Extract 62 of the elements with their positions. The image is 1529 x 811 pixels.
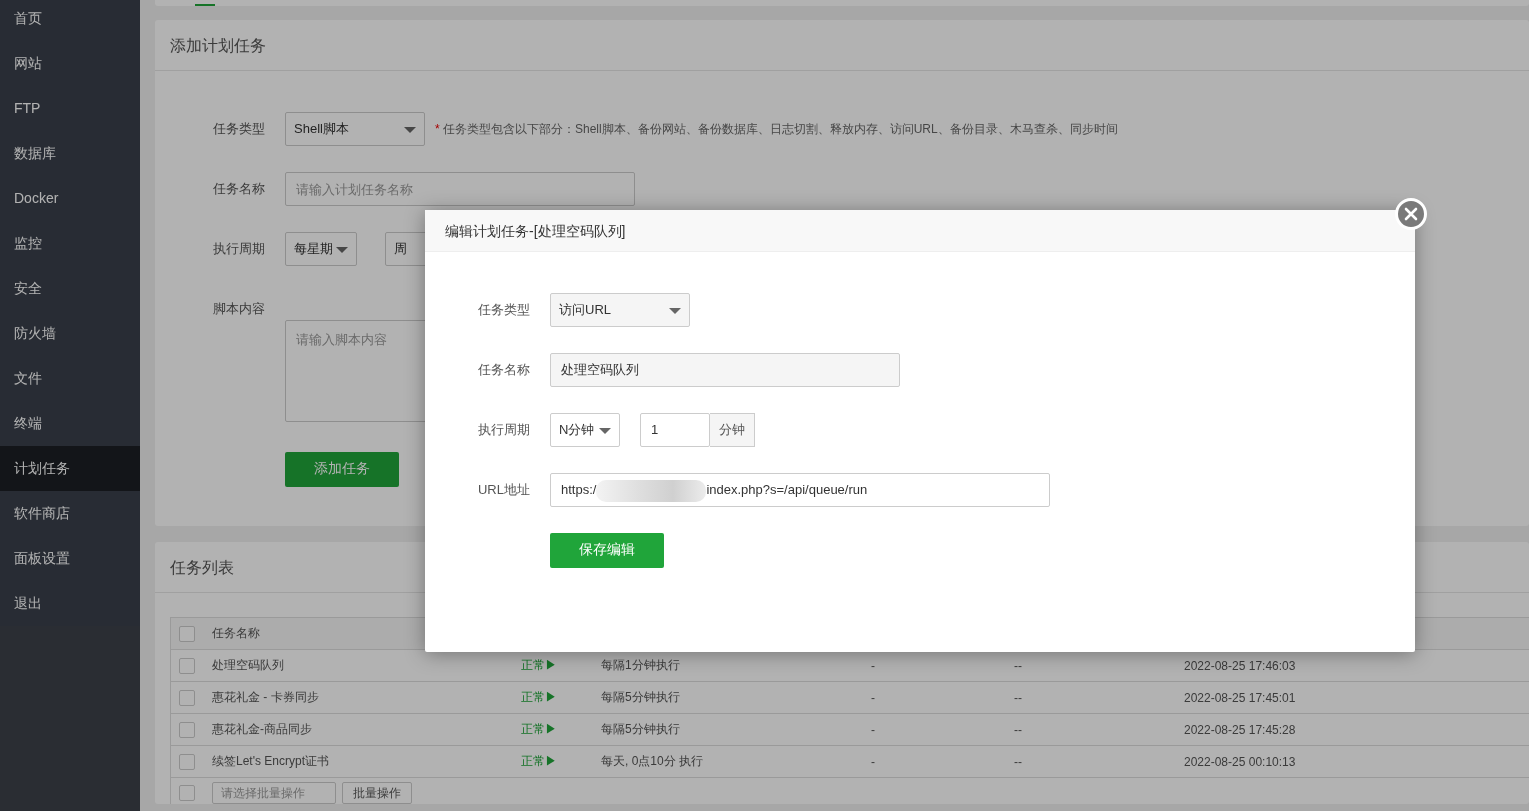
table-cell-text: 续签Let's Encrypt证书 bbox=[212, 753, 330, 770]
table-cell-text: - bbox=[871, 722, 876, 737]
period-select[interactable]: 每星期 bbox=[285, 232, 357, 266]
sidebar-item[interactable]: 退出 bbox=[0, 581, 140, 626]
sidebar-item[interactable]: FTP bbox=[0, 86, 140, 131]
table-cell-text: 惠花礼金 - 卡券同步 bbox=[212, 689, 320, 706]
table-cell-text: 每天, 0点10分 执行 bbox=[601, 753, 705, 770]
sidebar-item[interactable]: 安全 bbox=[0, 266, 140, 311]
sidebar-item[interactable]: 面板设置 bbox=[0, 536, 140, 581]
table-cell-text: -- bbox=[1014, 754, 1023, 769]
field-label: 任务类型 bbox=[212, 120, 265, 138]
task-name-field[interactable]: 处理空码队列 bbox=[550, 353, 900, 387]
field-label: 任务名称 bbox=[212, 180, 265, 198]
checkbox[interactable] bbox=[179, 753, 195, 770]
table-cell-text: 处理空码队列 bbox=[212, 657, 285, 674]
sidebar-item[interactable]: 监控 bbox=[0, 221, 140, 266]
column-header: 任务名称 bbox=[212, 625, 261, 642]
sidebar-item[interactable]: 文件 bbox=[0, 356, 140, 401]
checkbox[interactable] bbox=[179, 657, 195, 674]
url-field[interactable]: https:/ index.php?s=/api/queue/run bbox=[550, 473, 1050, 507]
table-cell: 2022-08-25 17:45:01 bbox=[1184, 690, 1296, 705]
sidebar-item[interactable]: 终端 bbox=[0, 401, 140, 446]
table-cell-text: - bbox=[871, 658, 876, 673]
checkbox[interactable] bbox=[179, 721, 195, 738]
table-cell: 2022-08-25 17:46:03 bbox=[1184, 658, 1296, 673]
checkbox[interactable] bbox=[179, 689, 195, 706]
task-name-field[interactable]: 请输入计划任务名称 bbox=[285, 172, 635, 206]
field-label: 执行周期 bbox=[212, 240, 265, 258]
table-cell-text: - bbox=[871, 754, 876, 769]
table-cell-text: 每隔1分钟执行 bbox=[601, 657, 681, 674]
task-type-select[interactable]: Shell脚本 bbox=[285, 112, 425, 146]
card-title: 添加计划任务 bbox=[155, 20, 1529, 71]
field-label: URL地址 bbox=[477, 481, 530, 499]
dialog-title: 编辑计划任务-[处理空码队列] bbox=[425, 210, 1415, 252]
checkbox[interactable] bbox=[179, 625, 195, 642]
table-cell-text: -- bbox=[1014, 690, 1023, 705]
minutes-field[interactable]: 1 bbox=[640, 413, 710, 447]
task-type-select[interactable]: 访问URL bbox=[550, 293, 690, 327]
hint-text: * 任务类型包含以下部分：Shell脚本、备份网站、备份数据库、日志切割、释放内存、访问URL、备份目录、木马查杀、同步时间 bbox=[435, 120, 1118, 138]
table-cell-text: -- bbox=[1014, 722, 1023, 737]
table-cell-text: - bbox=[871, 690, 876, 705]
field-label: 脚本内容 bbox=[212, 300, 265, 318]
batch-button[interactable]: 批量操作 bbox=[342, 782, 412, 804]
sidebar-item[interactable]: 首页 bbox=[0, 0, 140, 41]
sidebar-item[interactable]: 软件商店 bbox=[0, 491, 140, 536]
table-cell: 2022-08-25 00:10:13 bbox=[1184, 754, 1296, 769]
table-cell-text: -- bbox=[1014, 658, 1023, 673]
sidebar-item[interactable]: 数据库 bbox=[0, 131, 140, 176]
checkbox[interactable] bbox=[179, 785, 195, 801]
sidebar-item[interactable]: 网站 bbox=[0, 41, 140, 86]
sidebar-item[interactable]: Docker bbox=[0, 176, 140, 221]
table-cell: 2022-08-25 17:45:28 bbox=[1184, 722, 1296, 737]
field-label: 任务类型 bbox=[477, 301, 530, 319]
table-cell-text: 惠花礼金-商品同步 bbox=[212, 721, 313, 738]
table-cell-text: 每隔5分钟执行 bbox=[601, 721, 681, 738]
field-label: 任务名称 bbox=[477, 361, 530, 379]
field-label: 执行周期 bbox=[477, 421, 530, 439]
sidebar-item[interactable]: 防火墙 bbox=[0, 311, 140, 356]
table-cell-text: 每隔5分钟执行 bbox=[601, 689, 681, 706]
unit-label: 分钟 bbox=[710, 413, 755, 447]
period-select[interactable]: N分钟 bbox=[550, 413, 620, 447]
sidebar-item[interactable]: 计划任务 bbox=[0, 446, 140, 491]
